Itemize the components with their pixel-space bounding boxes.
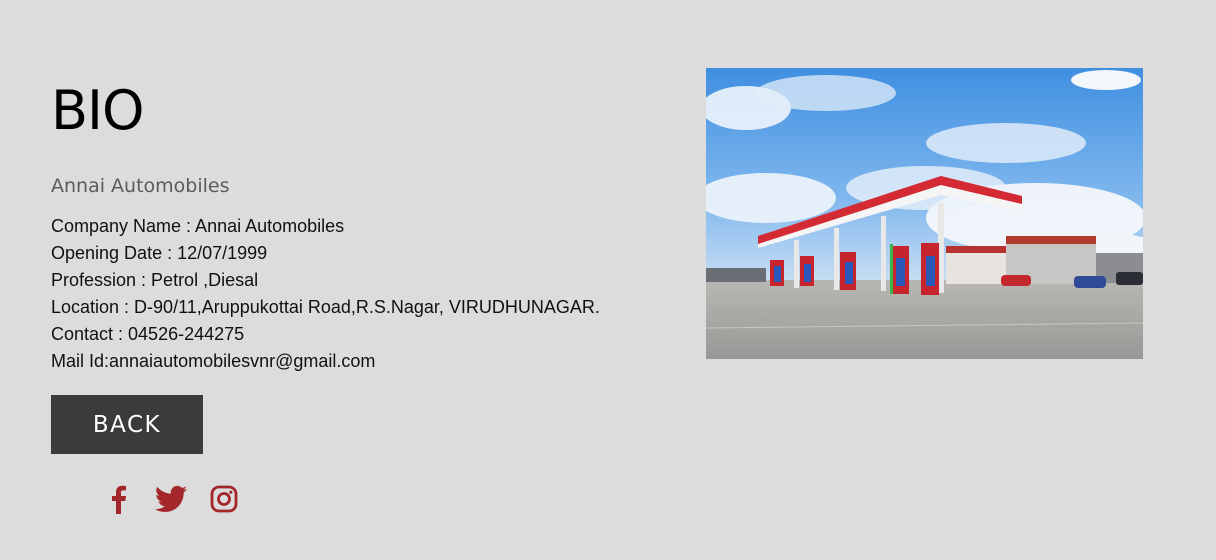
- company-details: Company Name : Annai Automobiles Opening…: [51, 213, 671, 375]
- facebook-link[interactable]: [100, 483, 135, 515]
- twitter-icon: [154, 485, 187, 512]
- detail-contact: Contact : 04526-244275: [51, 324, 245, 344]
- company-subtitle: Annai Automobiles: [51, 175, 230, 197]
- social-links: [100, 483, 241, 515]
- instagram-icon: [210, 485, 237, 513]
- detail-profession: Profession : Petrol ,Diesal: [51, 270, 259, 290]
- gas-station-image: [706, 68, 1143, 359]
- detail-company-name: Company Name : Annai Automobiles: [51, 216, 345, 236]
- facebook-icon: [111, 485, 126, 514]
- detail-location: Location : D-90/11,Aruppukottai Road,R.S…: [51, 297, 600, 317]
- detail-opening-date: Opening Date : 12/07/1999: [51, 243, 268, 263]
- bio-section: BIO Annai Automobiles Company Name : Ann…: [51, 78, 671, 514]
- back-button[interactable]: BACK: [51, 395, 203, 454]
- twitter-link[interactable]: [153, 483, 188, 515]
- gas-station-photo: [706, 68, 1143, 359]
- page-title: BIO: [51, 79, 144, 142]
- detail-mail: Mail Id:annaiautomobilesvnr@gmail.com: [51, 351, 376, 371]
- instagram-link[interactable]: [206, 483, 241, 515]
